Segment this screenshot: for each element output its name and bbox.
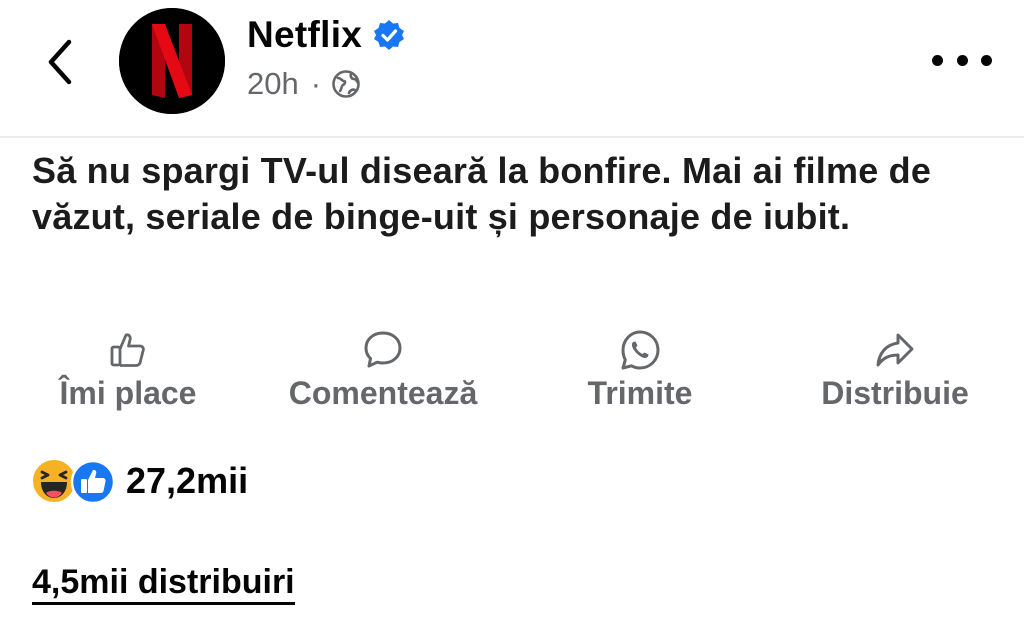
action-bar: Îmi place Comentează Trimite Distribuie — [0, 325, 1024, 425]
post-timestamp[interactable]: 20h — [247, 66, 299, 102]
netflix-logo-icon — [119, 8, 225, 114]
reaction-count: 27,2mii — [126, 460, 249, 501]
globe-icon — [331, 69, 361, 99]
page-name-row: Netflix — [247, 14, 406, 56]
back-button[interactable] — [36, 36, 84, 88]
chevron-left-icon — [48, 39, 72, 85]
more-dot — [981, 54, 992, 66]
thumbs-up-icon — [108, 325, 148, 375]
send-label: Trimite — [587, 375, 693, 411]
more-options-button[interactable] — [932, 46, 992, 74]
send-button[interactable]: Trimite — [572, 325, 708, 425]
reactions-summary[interactable]: 27,2mii — [30, 456, 248, 506]
avatar[interactable] — [119, 8, 225, 114]
comment-icon — [362, 325, 404, 375]
meta-separator: · — [310, 66, 322, 101]
post-meta: 20h · — [247, 66, 361, 102]
like-button[interactable]: Îmi place — [46, 325, 210, 425]
verified-badge-icon — [372, 18, 406, 52]
like-label: Îmi place — [59, 375, 197, 411]
reaction-icons — [30, 457, 118, 505]
more-dot — [956, 54, 968, 66]
shares-count-link[interactable]: 4,5mii distribuiri — [32, 562, 295, 605]
post-text: Să nu spargi TV-ul diseară la bonfire. M… — [32, 150, 932, 237]
whatsapp-icon — [618, 325, 662, 375]
comment-button[interactable]: Comentează — [270, 325, 496, 425]
post-header: Netflix 20h · — [0, 0, 1024, 138]
page-name[interactable]: Netflix — [247, 14, 362, 56]
share-label: Distribuie — [821, 375, 969, 411]
share-button[interactable]: Distribuie — [804, 325, 986, 425]
more-dot — [932, 54, 943, 66]
comment-label: Comentează — [288, 375, 478, 411]
share-arrow-icon — [874, 325, 916, 375]
like-reaction-icon — [70, 459, 116, 505]
